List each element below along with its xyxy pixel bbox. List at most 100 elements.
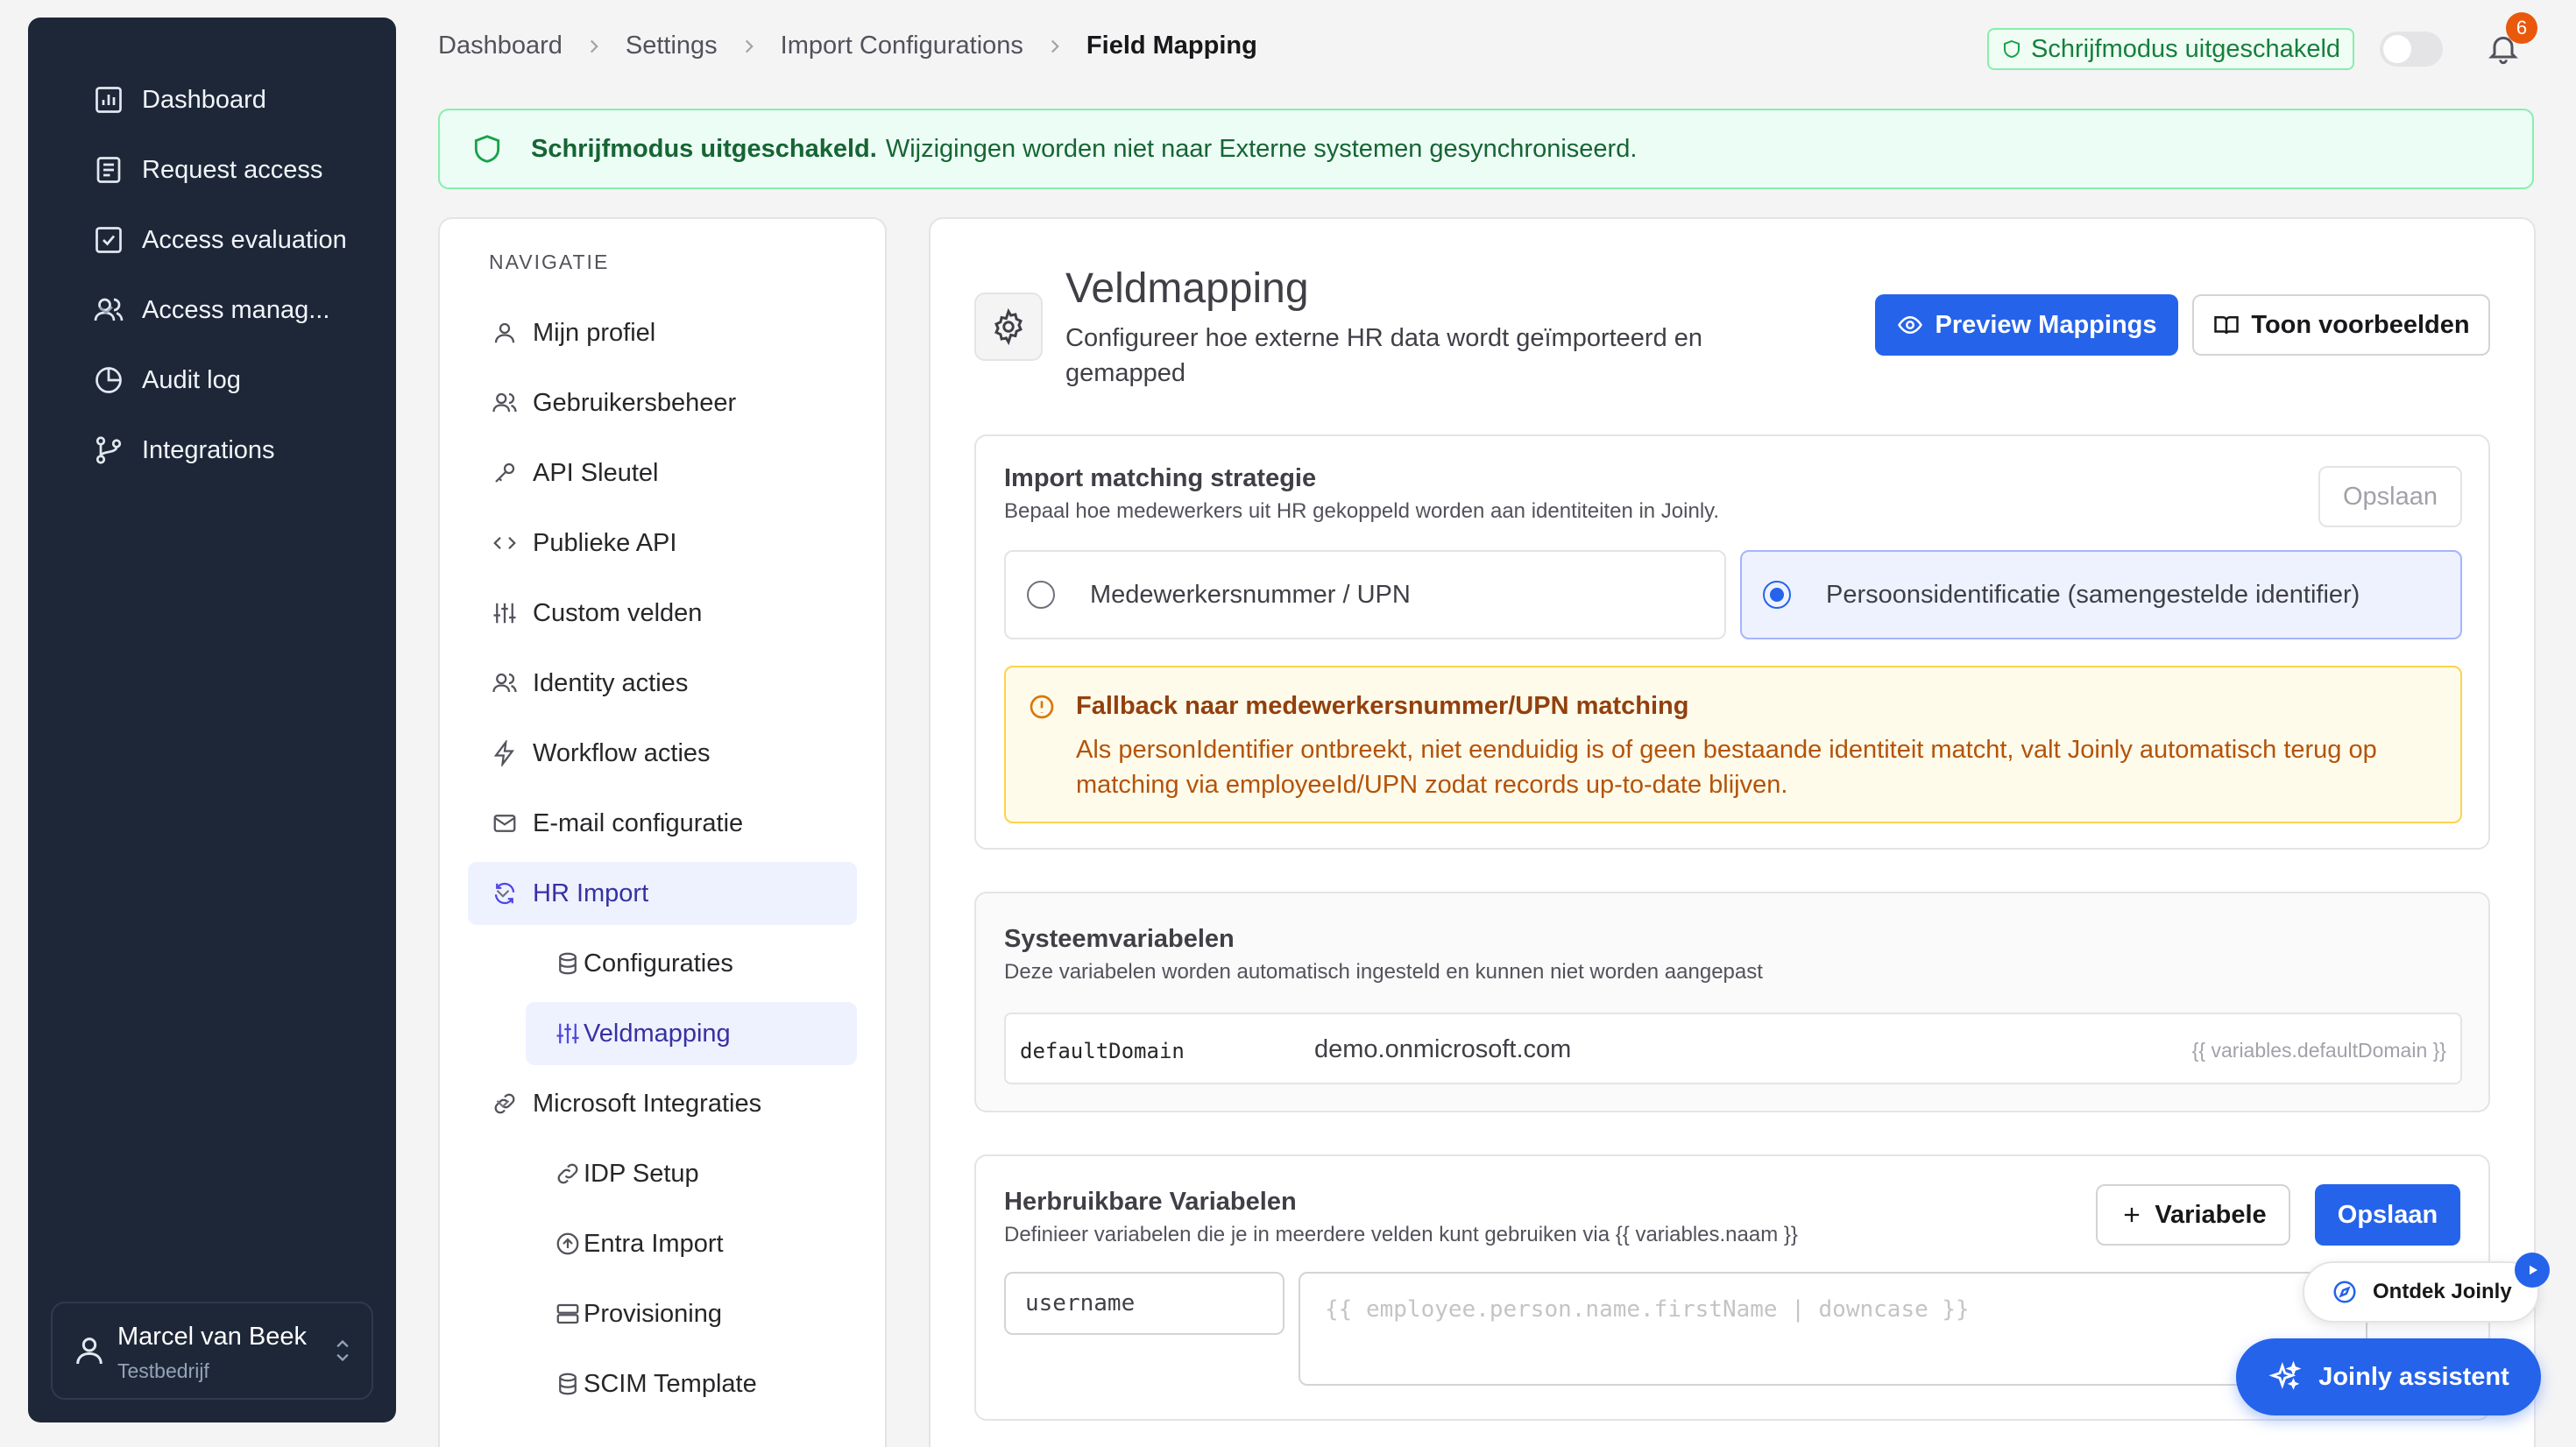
save-variables-button[interactable]: Opslaan — [2315, 1184, 2460, 1246]
section-title: Herbruikbare Variabelen — [1004, 1188, 1297, 1216]
breadcrumb-settings[interactable]: Settings — [626, 32, 718, 60]
section-description: Definieer variabelen die je in meerdere … — [1004, 1223, 1798, 1246]
joinly-assistant-label: Joinly assistent — [2318, 1362, 2509, 1391]
app-nav-dashboard[interactable]: Dashboard — [56, 65, 368, 135]
alert-message: Wijzigingen worden niet naar Externe sys… — [885, 134, 1638, 163]
radio-option-person-identifier[interactable]: Persoonsidentificatie (samengestelde ide… — [1740, 550, 2462, 639]
strategy-save-button[interactable]: Opslaan — [2318, 466, 2462, 527]
toggle-knob — [2383, 35, 2411, 63]
breadcrumb: Dashboard Settings Import Configurations… — [438, 32, 1257, 60]
compass-icon — [2331, 1278, 2359, 1306]
nav-item-mijn-profiel[interactable]: Mijn profiel — [468, 301, 857, 364]
write-mode-toggle[interactable] — [2380, 32, 2443, 67]
app-nav-label: Request access — [142, 155, 323, 184]
preview-mappings-button[interactable]: Preview Mappings — [1875, 294, 2178, 356]
pie-icon — [91, 363, 126, 398]
app-nav-request-access[interactable]: Request access — [56, 135, 368, 205]
joinly-assistant-button[interactable]: Joinly assistent — [2236, 1338, 2541, 1415]
add-variable-button[interactable]: Variabele — [2096, 1184, 2290, 1246]
settings-nav-list: Mijn profiel Gebruikersbeheer API Sleute… — [468, 301, 857, 1422]
user-menu[interactable]: Marcel van Beek Testbedrijf — [51, 1302, 373, 1400]
upload-circle-icon — [554, 1230, 582, 1258]
section-title: Systeemvariabelen — [1004, 925, 1235, 953]
fallback-title: Fallback naar medewerkersnummer/UPN matc… — [1076, 692, 1689, 720]
radio-button[interactable] — [1763, 581, 1791, 609]
nav-item-veldmapping[interactable]: Veldmapping — [526, 1002, 857, 1065]
app-nav-label: Audit log — [142, 365, 241, 394]
app-nav-access-evaluation[interactable]: Access evaluation — [56, 205, 368, 275]
nav-item-custom-velden[interactable]: Custom velden — [468, 582, 857, 645]
app-nav-access-management[interactable]: Access manag... — [56, 275, 368, 345]
page-subtitle: Configureer hoe externe HR data wordt ge… — [1065, 324, 1703, 387]
variable-key: defaultDomain — [1020, 1039, 1185, 1063]
section-title: Import matching strategie — [1004, 464, 1317, 492]
app-sidebar: Dashboard Request access Access evaluati… — [28, 18, 396, 1422]
matching-strategy-section: Import matching strategie Bepaal hoe med… — [974, 434, 2490, 850]
nav-item-gebruikersbeheer[interactable]: Gebruikersbeheer — [468, 371, 857, 434]
clipboard-icon — [91, 152, 126, 187]
eye-icon — [1896, 311, 1924, 339]
nav-item-workflow-acties[interactable]: Workflow acties — [468, 722, 857, 785]
save-variables-label: Opslaan — [2337, 1200, 2438, 1229]
alert-circle-icon — [1027, 692, 1057, 722]
nav-item-publieke-api[interactable]: Publieke API — [468, 512, 857, 575]
app-nav-label: Access evaluation — [142, 225, 347, 254]
nav-item-label: SCIM Template — [584, 1369, 757, 1398]
show-examples-button[interactable]: Toon voorbeelden — [2192, 294, 2490, 356]
nav-item-email-configuratie[interactable]: E-mail configuratie — [468, 792, 857, 855]
app-nav-audit-log[interactable]: Audit log — [56, 345, 368, 415]
app-nav: Dashboard Request access Access evaluati… — [56, 65, 368, 485]
check-square-icon — [91, 222, 126, 258]
branch-icon — [91, 433, 126, 468]
sliders-icon — [554, 1020, 582, 1048]
nav-item-entra-import[interactable]: Entra Import — [526, 1212, 857, 1275]
radio-button[interactable] — [1027, 581, 1055, 609]
user-company: Testbedrijf — [117, 1359, 209, 1382]
sparkles-icon — [2268, 1359, 2303, 1394]
breadcrumb-import-configurations[interactable]: Import Configurations — [781, 32, 1023, 60]
nav-item-label: Publieke API — [533, 528, 677, 557]
user-icon — [491, 319, 519, 347]
chevron-right-icon — [582, 34, 606, 59]
section-description: Deze variabelen worden automatisch inges… — [1004, 960, 1763, 984]
database-icon — [554, 1370, 582, 1398]
nav-item-provisioning[interactable]: Provisioning — [526, 1282, 857, 1345]
nav-item-label: Mijn profiel — [533, 318, 656, 347]
nav-heading: NAVIGATIE — [489, 251, 610, 273]
discover-joinly-button[interactable]: Ontdek Joinly — [2303, 1261, 2539, 1323]
nav-item-label: Configuraties — [584, 949, 733, 978]
nav-item-label: Custom velden — [533, 598, 703, 627]
nav-item-hr-import[interactable]: HR Import — [468, 862, 857, 925]
nav-item-label: Entra Import — [584, 1229, 724, 1258]
app-nav-integrations[interactable]: Integrations — [56, 415, 368, 485]
nav-item-idp-setup[interactable]: IDP Setup — [526, 1142, 857, 1205]
nav-item-label: Identity acties — [533, 668, 689, 697]
chevron-down-icon — [91, 295, 121, 325]
nav-item-scim-template[interactable]: SCIM Template — [526, 1352, 857, 1415]
nav-item-identity-acties[interactable]: Identity acties — [468, 652, 857, 715]
nav-item-label: HR Import — [533, 879, 649, 907]
users-icon — [491, 389, 519, 417]
mail-icon — [491, 809, 519, 837]
chevron-down-icon — [491, 881, 515, 906]
breadcrumb-dashboard[interactable]: Dashboard — [438, 32, 563, 60]
page-icon — [974, 293, 1043, 361]
chevron-down-icon — [491, 1091, 515, 1116]
link-icon — [554, 1160, 582, 1188]
nav-item-api-sleutel[interactable]: API Sleutel — [468, 441, 857, 505]
page-title: Veldmapping — [1065, 265, 1309, 312]
alert-title: Schrijfmodus uitgeschakeld. — [531, 134, 877, 163]
play-icon[interactable] — [2515, 1253, 2550, 1288]
user-name: Marcel van Beek — [117, 1323, 307, 1351]
variable-expression-input[interactable]: {{ employee.person.name.firstName | down… — [1299, 1272, 2367, 1386]
variable-name-input[interactable]: username — [1004, 1272, 1284, 1335]
discover-joinly-label: Ontdek Joinly — [2373, 1280, 2512, 1303]
nav-item-microsoft-integraties[interactable]: Microsoft Integraties — [468, 1072, 857, 1135]
radio-option-employee-number[interactable]: Medewerkersnummer / UPN — [1004, 550, 1726, 639]
shield-icon — [470, 131, 505, 166]
key-icon — [491, 459, 519, 487]
user-icon — [72, 1333, 107, 1368]
nav-item-configuraties[interactable]: Configuraties — [526, 932, 857, 995]
breadcrumb-current: Field Mapping — [1086, 32, 1257, 60]
users-icon — [491, 669, 519, 697]
